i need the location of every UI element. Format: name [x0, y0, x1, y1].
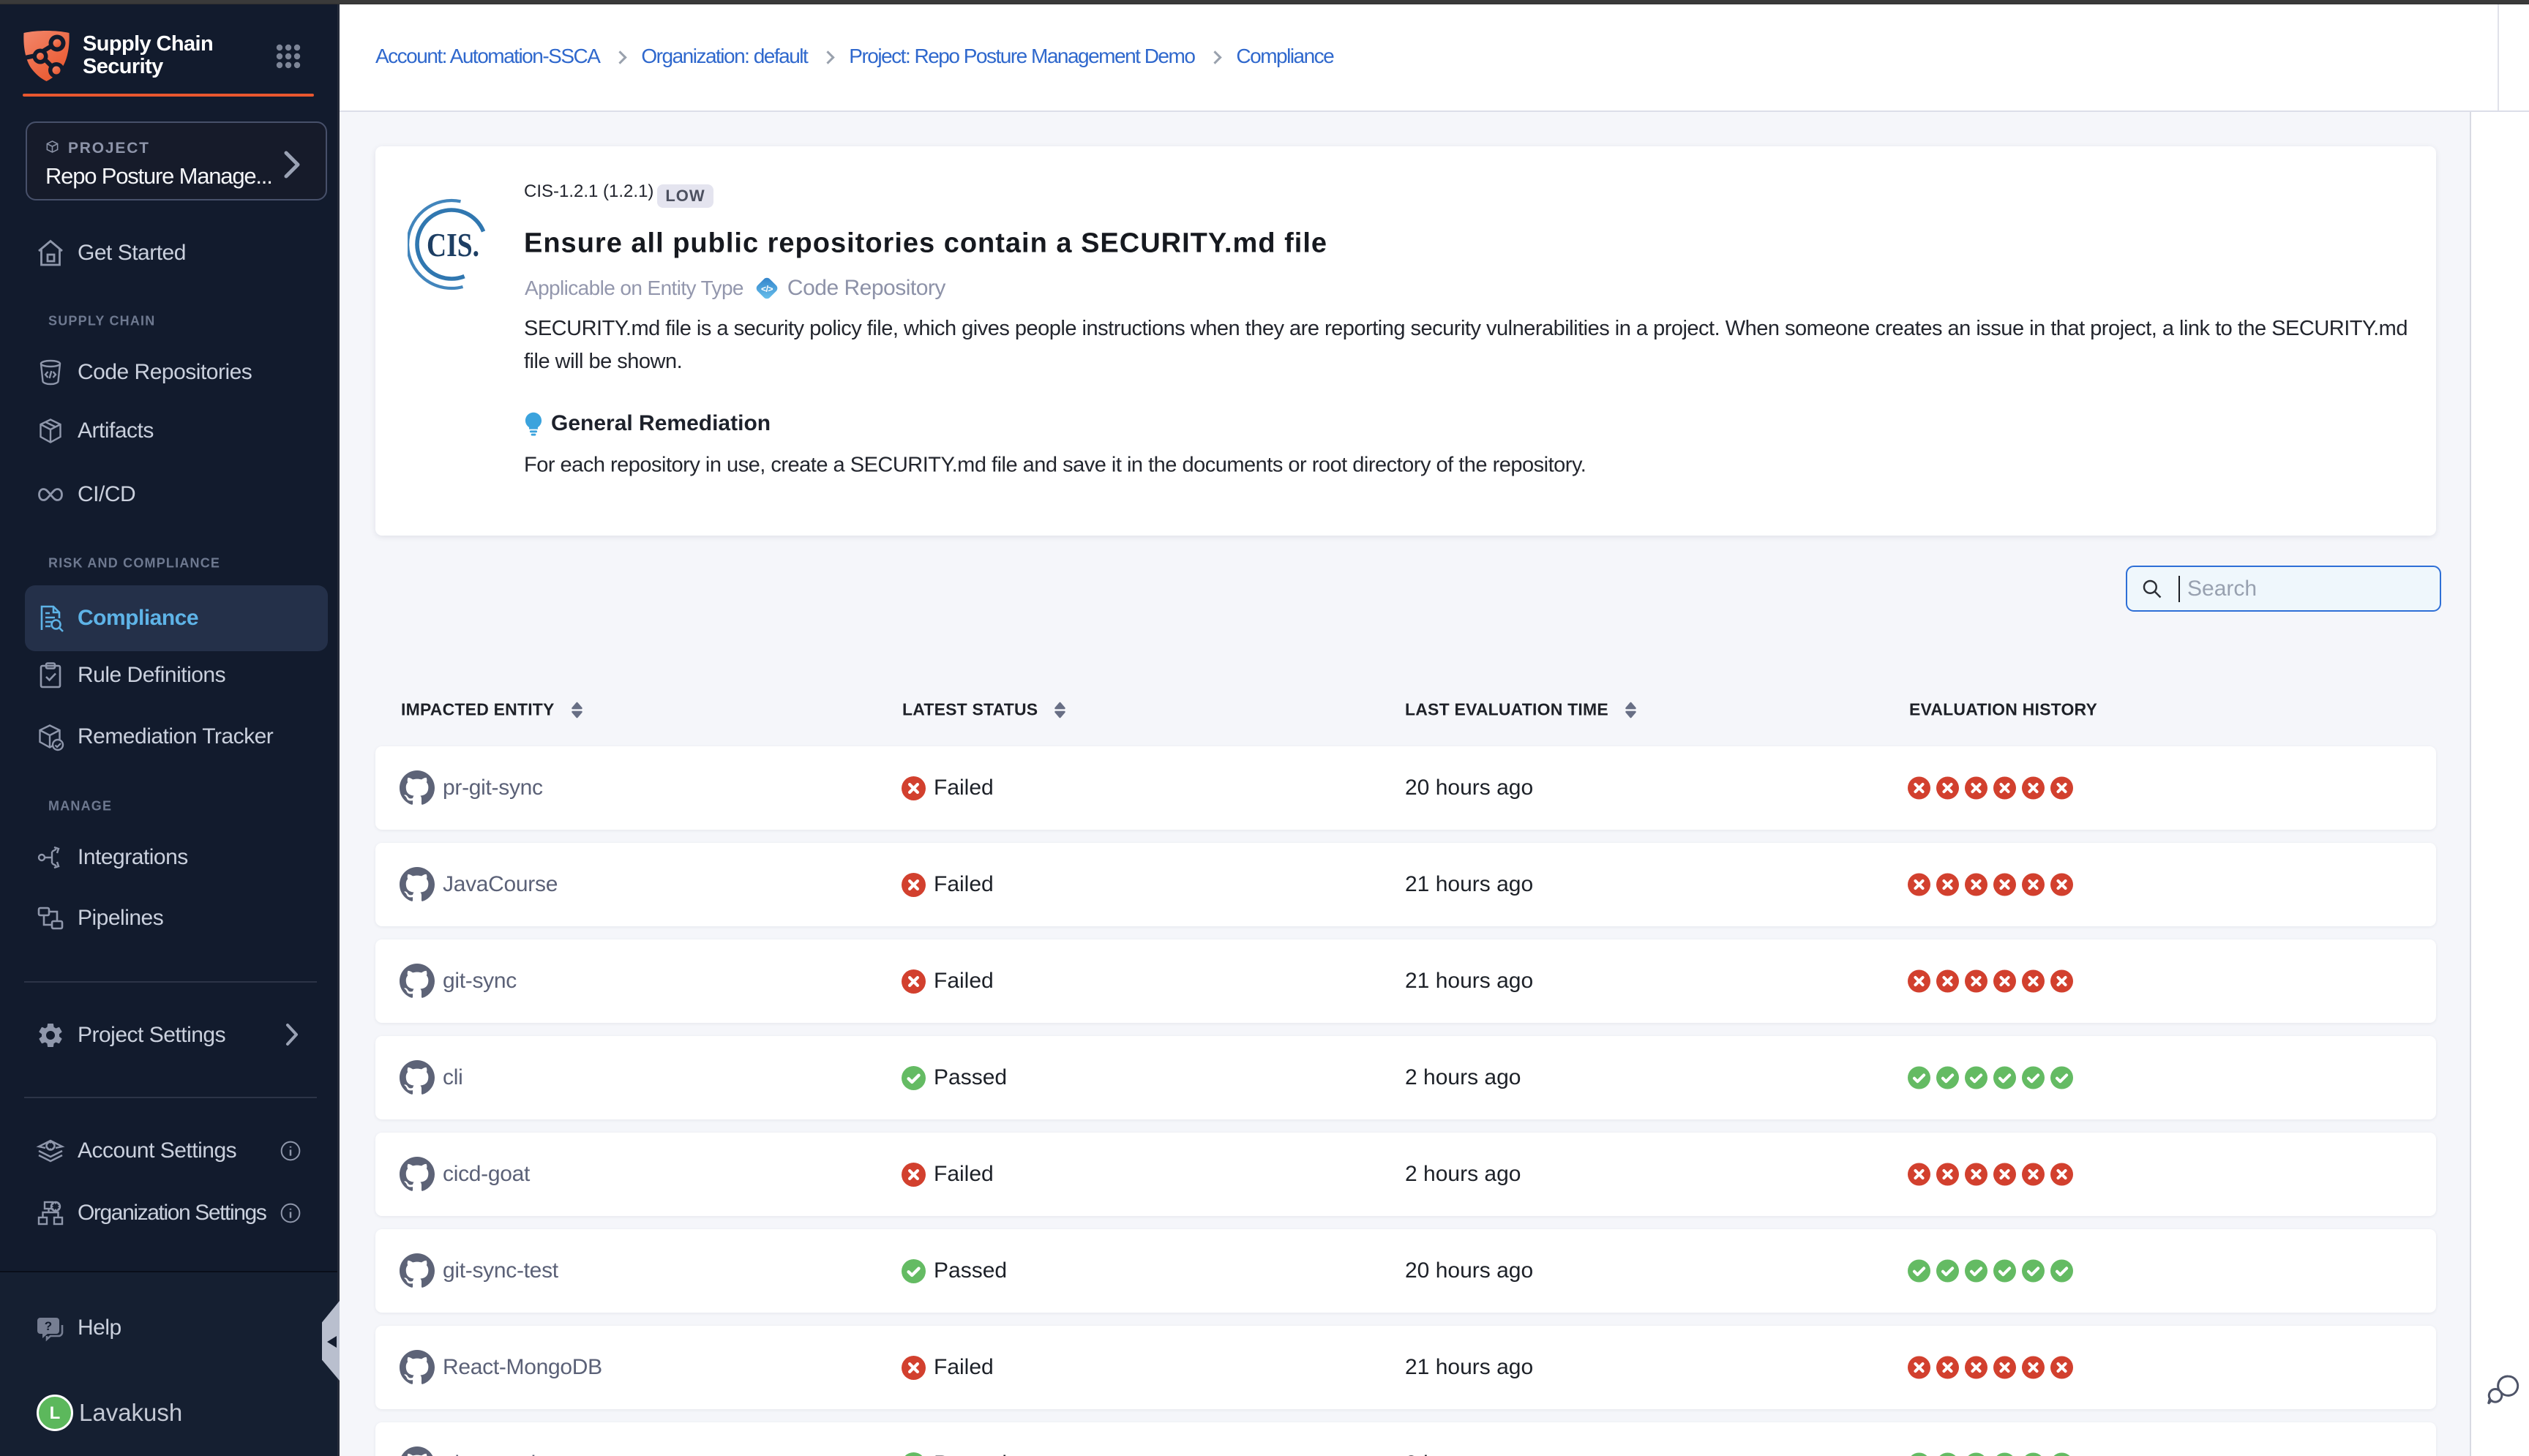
svg-text:CIS.: CIS.	[427, 226, 479, 263]
svg-text:?: ?	[45, 1319, 52, 1333]
svg-text:</>: </>	[761, 284, 773, 294]
